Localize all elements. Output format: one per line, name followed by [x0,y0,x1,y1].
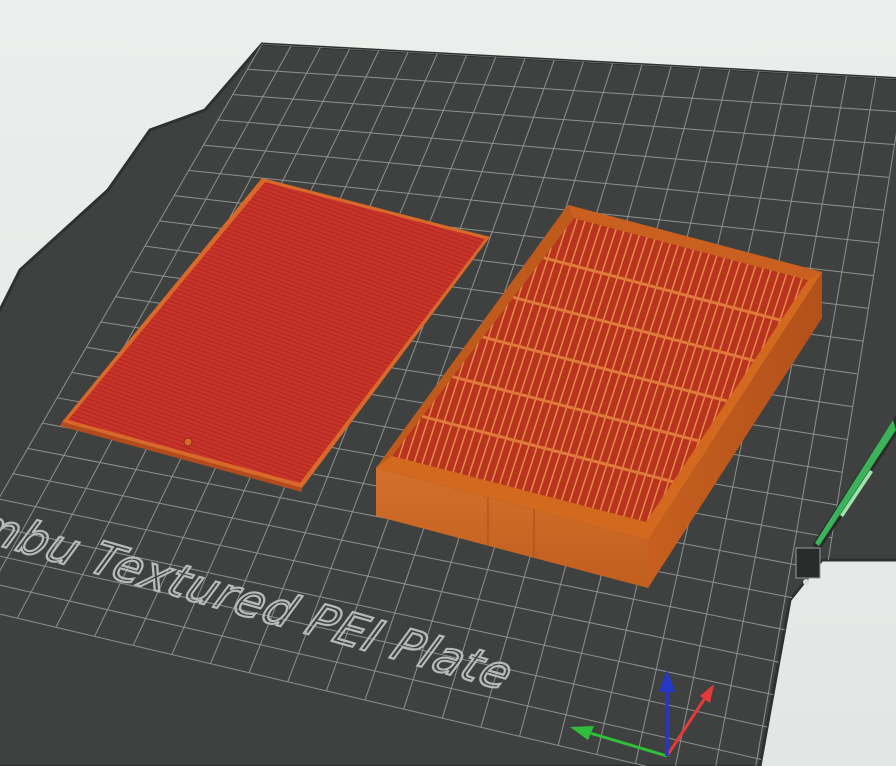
scene-canvas[interactable]: Bambu Textured PEI Plate [0,0,896,766]
3d-viewport[interactable]: Bambu Textured PEI Plate [0,0,896,766]
